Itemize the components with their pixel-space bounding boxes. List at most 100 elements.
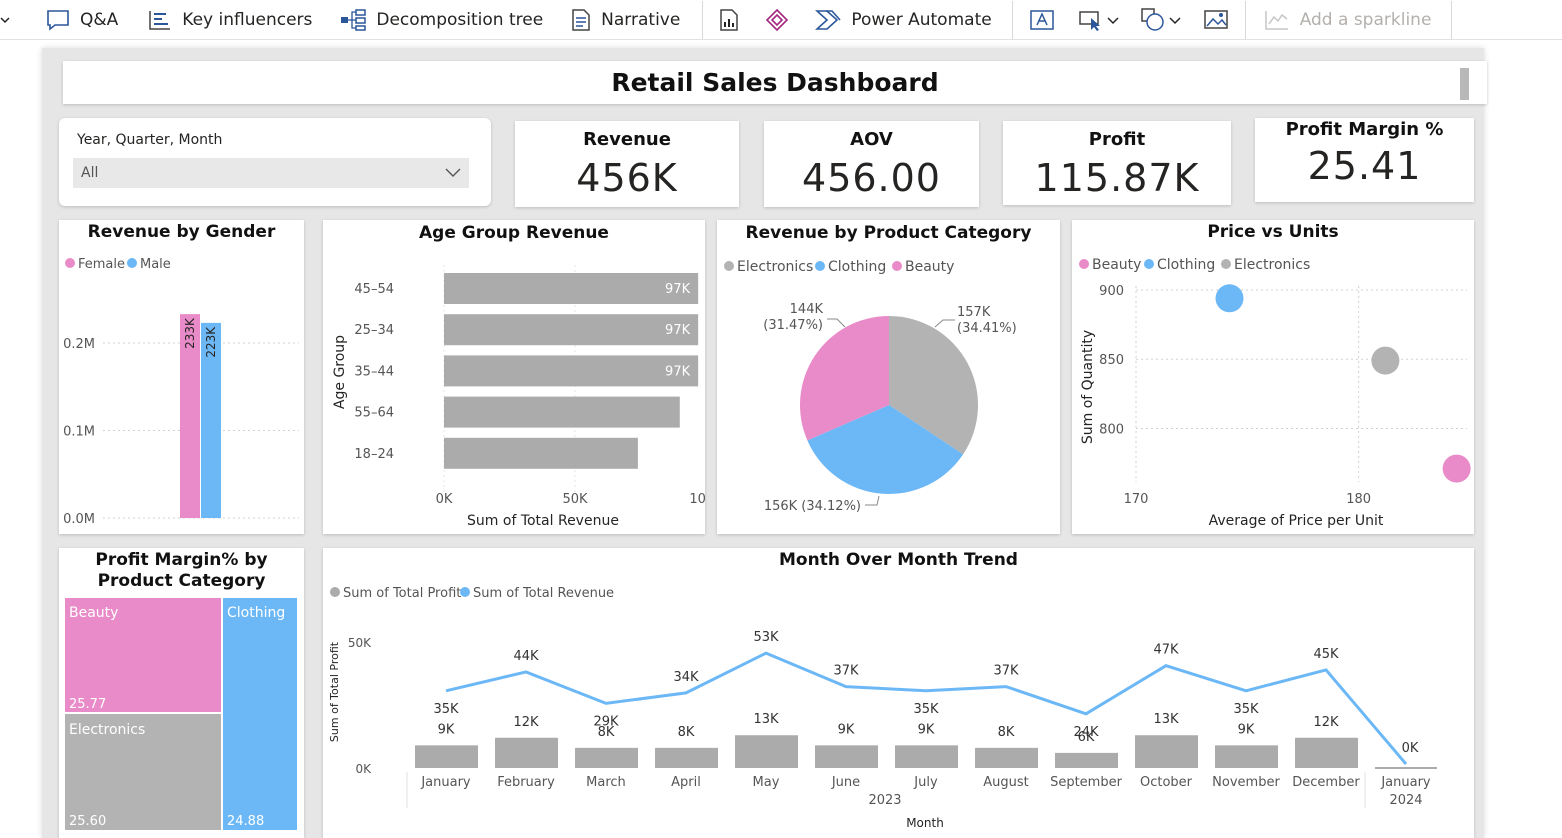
- key-influencers-button[interactable]: Key influencers: [128, 0, 322, 40]
- narrative-button[interactable]: Narrative: [553, 0, 690, 40]
- price-vs-units-visual[interactable]: Price vs Units Beauty Clothing Electroni…: [1072, 220, 1474, 534]
- toolbar-divider: [1011, 0, 1013, 39]
- age-bar[interactable]: [444, 355, 699, 387]
- revenue-data-label: 35K: [913, 702, 939, 717]
- profit-bar[interactable]: [575, 747, 638, 768]
- revenue-data-label: 34K: [673, 670, 699, 685]
- toolbar-divider: [1244, 0, 1246, 39]
- narrative-icon: [572, 8, 590, 31]
- legend-clothing-label: Clothing: [828, 259, 886, 275]
- treemap-tile-clothing[interactable]: [223, 598, 297, 830]
- y-axis-title: Age Group: [332, 335, 348, 409]
- x-tick-label: 180: [1346, 492, 1371, 507]
- power-apps-button[interactable]: [749, 0, 799, 40]
- profit-bar[interactable]: [1215, 745, 1278, 768]
- bar-data-label: 97K: [665, 364, 691, 379]
- pie-label-beauty-pct: (31.47%): [763, 318, 823, 333]
- year-label: 2024: [1389, 793, 1422, 808]
- date-slicer: Year, Quarter, Month All: [59, 118, 491, 206]
- kpi-value: 456K: [576, 156, 678, 200]
- profit-data-label: 8K: [678, 725, 695, 740]
- profit-bar[interactable]: [655, 747, 718, 768]
- x-tick-label: 0K: [436, 492, 453, 507]
- legend-beauty-label: Beauty: [905, 259, 954, 275]
- gender-chart-svg: Female Male 0.0M 0.1M 0.2M 233K 223K: [63, 257, 299, 527]
- profit-margin-treemap-visual[interactable]: Profit Margin% by Product Category Beaut…: [59, 548, 304, 838]
- scatter-point-electronics[interactable]: [1371, 346, 1400, 375]
- scatter-point-beauty[interactable]: [1442, 454, 1471, 483]
- overflow-chevron-icon[interactable]: [0, 0, 20, 40]
- leader-line-electronics: [934, 319, 955, 328]
- age-bar[interactable]: [444, 437, 638, 469]
- slicer-dropdown[interactable]: All: [73, 158, 469, 188]
- profit-data-label: 9K: [838, 722, 855, 737]
- kpi-label: Revenue: [583, 129, 671, 150]
- scatter-point-clothing[interactable]: [1215, 284, 1244, 313]
- profit-bar[interactable]: [1135, 735, 1198, 768]
- paginated-report-button[interactable]: [709, 0, 749, 40]
- qa-icon: [47, 9, 69, 31]
- text-box-icon: [1029, 9, 1054, 30]
- y-tick-label: 850: [1099, 353, 1124, 368]
- profit-bar[interactable]: [415, 745, 478, 768]
- age-group-revenue-visual[interactable]: Age Group Revenue Age Group Sum of Total…: [323, 220, 705, 534]
- qa-label: Q&A: [80, 9, 119, 30]
- chevron-down-icon: [1169, 16, 1181, 24]
- revenue-by-gender-visual[interactable]: Revenue by Gender Female Male 0.0M 0.1M 0.…: [59, 220, 304, 534]
- legend-beauty-marker: [892, 261, 902, 271]
- bar-data-label: 233K: [183, 317, 197, 349]
- age-bar[interactable]: [444, 314, 699, 346]
- legend-electronics-label: Electronics: [737, 259, 813, 275]
- decomposition-tree-button[interactable]: Decomposition tree: [322, 0, 553, 40]
- profit-bar[interactable]: [1055, 752, 1118, 768]
- month-over-month-visual[interactable]: Month Over Month Trend Sum of Total Prof…: [323, 548, 1474, 838]
- profit-bar[interactable]: [735, 735, 798, 768]
- buttons-dropdown[interactable]: [1065, 0, 1129, 40]
- kpi-value: 115.87K: [1034, 156, 1200, 200]
- legend-beauty-label: Beauty: [1092, 257, 1141, 273]
- image-button[interactable]: [1191, 0, 1239, 40]
- revenue-data-label: 47K: [1153, 643, 1179, 658]
- qa-button[interactable]: Q&A: [20, 0, 128, 40]
- add-sparkline-button[interactable]: Add a sparkline: [1252, 0, 1442, 40]
- pie-chart-svg: Electronics Clothing Beauty 157K (34.41%…: [724, 259, 1017, 514]
- kpi-card-aov[interactable]: AOV 456.00: [764, 121, 979, 207]
- scrollbar-thumb[interactable]: [1460, 68, 1469, 100]
- kpi-label: Profit: [1088, 129, 1146, 150]
- decomposition-tree-icon: [341, 8, 367, 31]
- legend-electronics-label: Electronics: [1234, 257, 1310, 273]
- profit-bar[interactable]: [815, 745, 878, 768]
- kpi-card-profit-margin[interactable]: Profit Margin % 25.41: [1255, 118, 1474, 202]
- profit-bar[interactable]: [495, 737, 558, 768]
- pie-label-clothing: 156K (34.12%): [764, 499, 861, 514]
- power-apps-icon: [766, 8, 789, 31]
- y-tick-label: 900: [1099, 284, 1124, 299]
- revenue-by-category-visual[interactable]: Revenue by Product Category Electronics …: [717, 220, 1060, 534]
- y-tick-label: 0.2M: [63, 337, 95, 352]
- button-cursor-icon: [1078, 10, 1100, 31]
- profit-data-label: 13K: [753, 712, 779, 727]
- shapes-dropdown[interactable]: [1129, 0, 1191, 40]
- age-bar[interactable]: [444, 273, 699, 304]
- profit-bar[interactable]: [975, 747, 1038, 768]
- kpi-card-profit[interactable]: Profit 115.87K: [1003, 121, 1231, 205]
- legend-electronics-marker: [724, 261, 734, 271]
- kpi-card-revenue[interactable]: Revenue 456K: [515, 121, 739, 207]
- age-bar[interactable]: [444, 396, 680, 428]
- legend-revenue-label: Sum of Total Revenue: [473, 586, 614, 601]
- x-tick-label: April: [671, 775, 701, 790]
- x-tick-label: September: [1050, 775, 1123, 790]
- report-canvas: Retail Sales Dashboard Year, Quarter, Mo…: [42, 48, 1487, 838]
- bar-data-label: 97K: [665, 323, 691, 338]
- text-box-button[interactable]: [1019, 0, 1065, 40]
- decomposition-tree-label: Decomposition tree: [376, 9, 544, 30]
- power-automate-button[interactable]: Power Automate: [799, 0, 1001, 40]
- x-tick-label: August: [983, 775, 1029, 790]
- profit-bar[interactable]: [1295, 737, 1358, 768]
- slicer-value: All: [81, 165, 99, 181]
- pie-label-beauty-value: 144K: [790, 302, 824, 317]
- profit-bar[interactable]: [895, 745, 958, 768]
- revenue-data-label: 35K: [1233, 702, 1259, 717]
- x-tick-label: 170: [1124, 492, 1149, 507]
- y-axis-title: Sum of Quantity: [1080, 330, 1096, 444]
